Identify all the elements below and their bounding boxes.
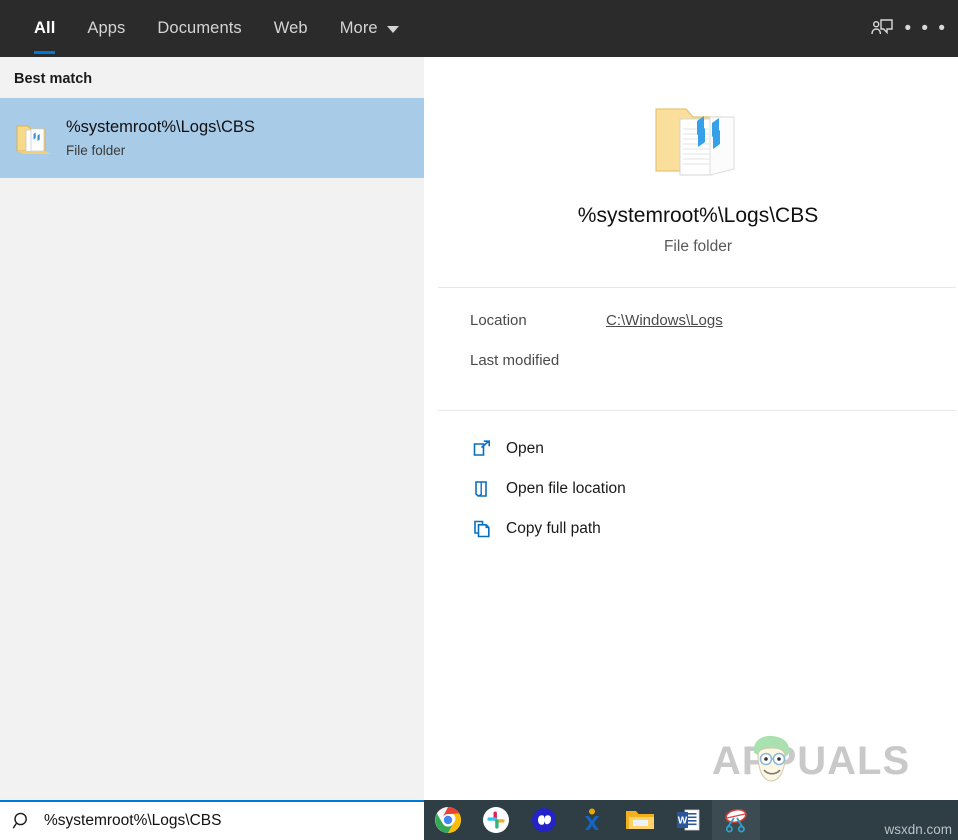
tab-all[interactable]: All xyxy=(18,0,71,57)
copy-pages-icon xyxy=(472,519,506,539)
windows-search-panel: All Apps Documents Web More • • • Best m… xyxy=(0,0,958,840)
action-open-file-location-label: Open file location xyxy=(506,480,626,497)
action-copy-full-path-label: Copy full path xyxy=(506,520,601,537)
taskbar-x-app-button[interactable] xyxy=(568,800,616,840)
action-open[interactable]: Open xyxy=(472,429,958,469)
taskbar-word-button[interactable]: W xyxy=(664,800,712,840)
search-input[interactable]: %systemroot%\Logs\CBS xyxy=(0,800,424,840)
tab-more[interactable]: More xyxy=(324,0,415,57)
preview-pane: %systemroot%\Logs\CBS File folder Locati… xyxy=(438,75,958,725)
preview-details: Location C:\Windows\Logs Last modified xyxy=(438,288,958,410)
tab-list: All Apps Documents Web More xyxy=(0,0,415,57)
taskbar-slack-button[interactable] xyxy=(472,800,520,840)
preview-actions: Open Open file location Copy full path xyxy=(438,411,958,549)
watermark-text: APPUALS xyxy=(712,738,911,783)
taskbar-blue-app-button[interactable] xyxy=(520,800,568,840)
preview-subtitle: File folder xyxy=(663,238,733,255)
ellipsis-icon: • • • xyxy=(904,17,948,39)
tab-documents[interactable]: Documents xyxy=(141,0,257,57)
preview-title: %systemroot%\Logs\CBS xyxy=(577,204,819,227)
chrome-icon xyxy=(435,807,461,833)
folder-logs-large-icon xyxy=(650,99,746,188)
watermark-mascot-icon xyxy=(753,735,790,782)
tab-web[interactable]: Web xyxy=(258,0,324,57)
tab-documents-label: Documents xyxy=(157,19,242,37)
detail-value-location[interactable]: C:\Windows\Logs xyxy=(606,312,723,329)
taskbar-snipping-tool-button[interactable] xyxy=(712,800,760,840)
taskbar-file-explorer-button[interactable] xyxy=(616,800,664,840)
action-copy-full-path[interactable]: Copy full path xyxy=(472,509,958,549)
tab-apps-label: Apps xyxy=(87,19,126,37)
detail-label-location: Location xyxy=(470,312,527,329)
result-item-subtitle: File folder xyxy=(66,142,126,158)
search-magnifier-icon xyxy=(0,811,44,831)
result-item-text: %systemroot%\Logs\CBS File folder xyxy=(66,116,255,159)
open-external-icon xyxy=(472,439,506,459)
preview-hero: %systemroot%\Logs\CBS File folder xyxy=(438,75,958,287)
best-match-header: Best match xyxy=(14,71,93,87)
topbar-actions: • • • xyxy=(860,0,948,57)
slack-icon xyxy=(483,807,509,833)
feedback-person-icon xyxy=(871,18,893,34)
results-pane: Best match %systemroot%\Logs\CBS File fo… xyxy=(0,57,424,800)
feedback-button[interactable] xyxy=(860,7,904,51)
result-item-title: %systemroot%\Logs\CBS xyxy=(66,118,255,137)
result-item-selected[interactable]: %systemroot%\Logs\CBS File folder xyxy=(0,98,424,178)
action-open-label: Open xyxy=(506,440,544,457)
snipping-tool-icon xyxy=(725,808,747,833)
tab-more-label: More xyxy=(339,19,378,37)
file-explorer-icon xyxy=(626,811,654,829)
svg-text:W: W xyxy=(678,816,688,827)
tab-web-label: Web xyxy=(273,19,308,37)
bottom-bar: %systemroot%\Logs\CBS W wsxdn.com xyxy=(0,800,958,840)
open-folder-icon xyxy=(472,479,506,499)
search-filter-bar: All Apps Documents Web More • • • xyxy=(0,0,958,57)
search-input-value: %systemroot%\Logs\CBS xyxy=(44,812,222,829)
taskbar-chrome-button[interactable] xyxy=(424,800,472,840)
tab-apps[interactable]: Apps xyxy=(71,0,141,57)
appuals-watermark: APPUALS xyxy=(712,730,944,792)
action-open-file-location[interactable]: Open file location xyxy=(472,469,958,509)
x-app-icon xyxy=(585,808,599,830)
tab-all-label: All xyxy=(34,19,56,37)
folder-logs-icon xyxy=(10,121,58,155)
taskbar: W wsxdn.com xyxy=(424,800,958,840)
more-options-button[interactable]: • • • xyxy=(904,7,948,51)
wsxdn-watermark: wsxdn.com xyxy=(884,822,952,837)
blue-circle-app-icon xyxy=(532,808,556,832)
word-icon: W xyxy=(677,809,700,831)
detail-row-location: Location C:\Windows\Logs xyxy=(470,312,958,352)
detail-label-last-modified: Last modified xyxy=(470,352,560,369)
chevron-down-icon xyxy=(386,26,399,33)
detail-row-last-modified: Last modified xyxy=(470,352,958,392)
